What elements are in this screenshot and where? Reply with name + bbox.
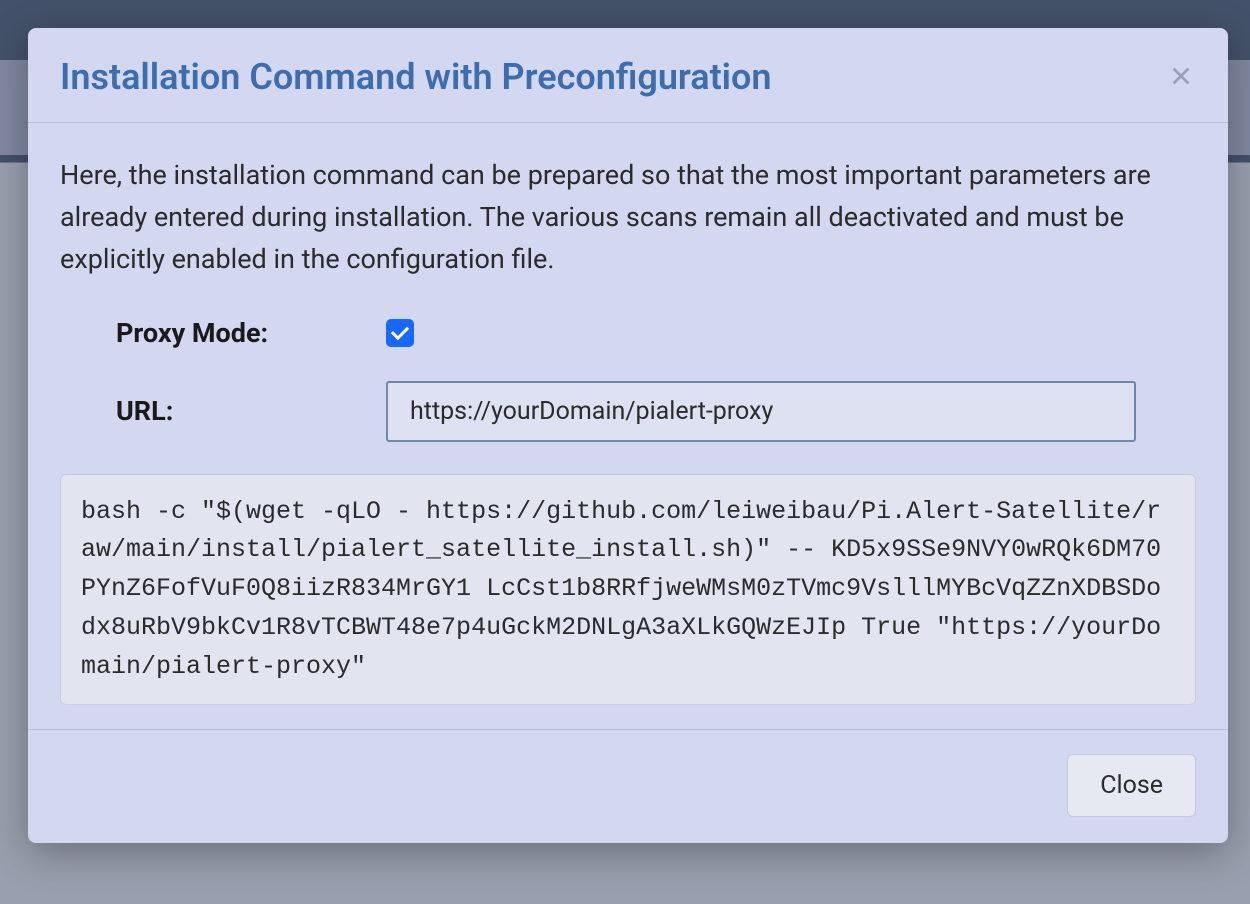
- modal-header: Installation Command with Preconfigurati…: [28, 28, 1228, 123]
- close-button[interactable]: Close: [1067, 754, 1196, 817]
- install-command-output[interactable]: bash -c "$(wget -qLO - https://github.co…: [60, 474, 1196, 706]
- url-label: URL:: [116, 395, 386, 427]
- modal-body: Here, the installation command can be pr…: [28, 123, 1228, 729]
- close-icon[interactable]: [1166, 56, 1196, 96]
- modal-footer: Close: [28, 729, 1228, 843]
- install-command-modal: Installation Command with Preconfigurati…: [28, 28, 1228, 843]
- proxy-mode-checkbox[interactable]: [386, 319, 414, 347]
- proxy-mode-row: Proxy Mode:: [60, 317, 1196, 349]
- proxy-mode-checkbox-wrap: [386, 319, 414, 347]
- modal-title: Installation Command with Preconfigurati…: [60, 56, 772, 98]
- url-input[interactable]: [386, 381, 1136, 442]
- url-row: URL:: [60, 381, 1196, 442]
- proxy-mode-label: Proxy Mode:: [116, 317, 386, 349]
- modal-description: Here, the installation command can be pr…: [60, 155, 1196, 281]
